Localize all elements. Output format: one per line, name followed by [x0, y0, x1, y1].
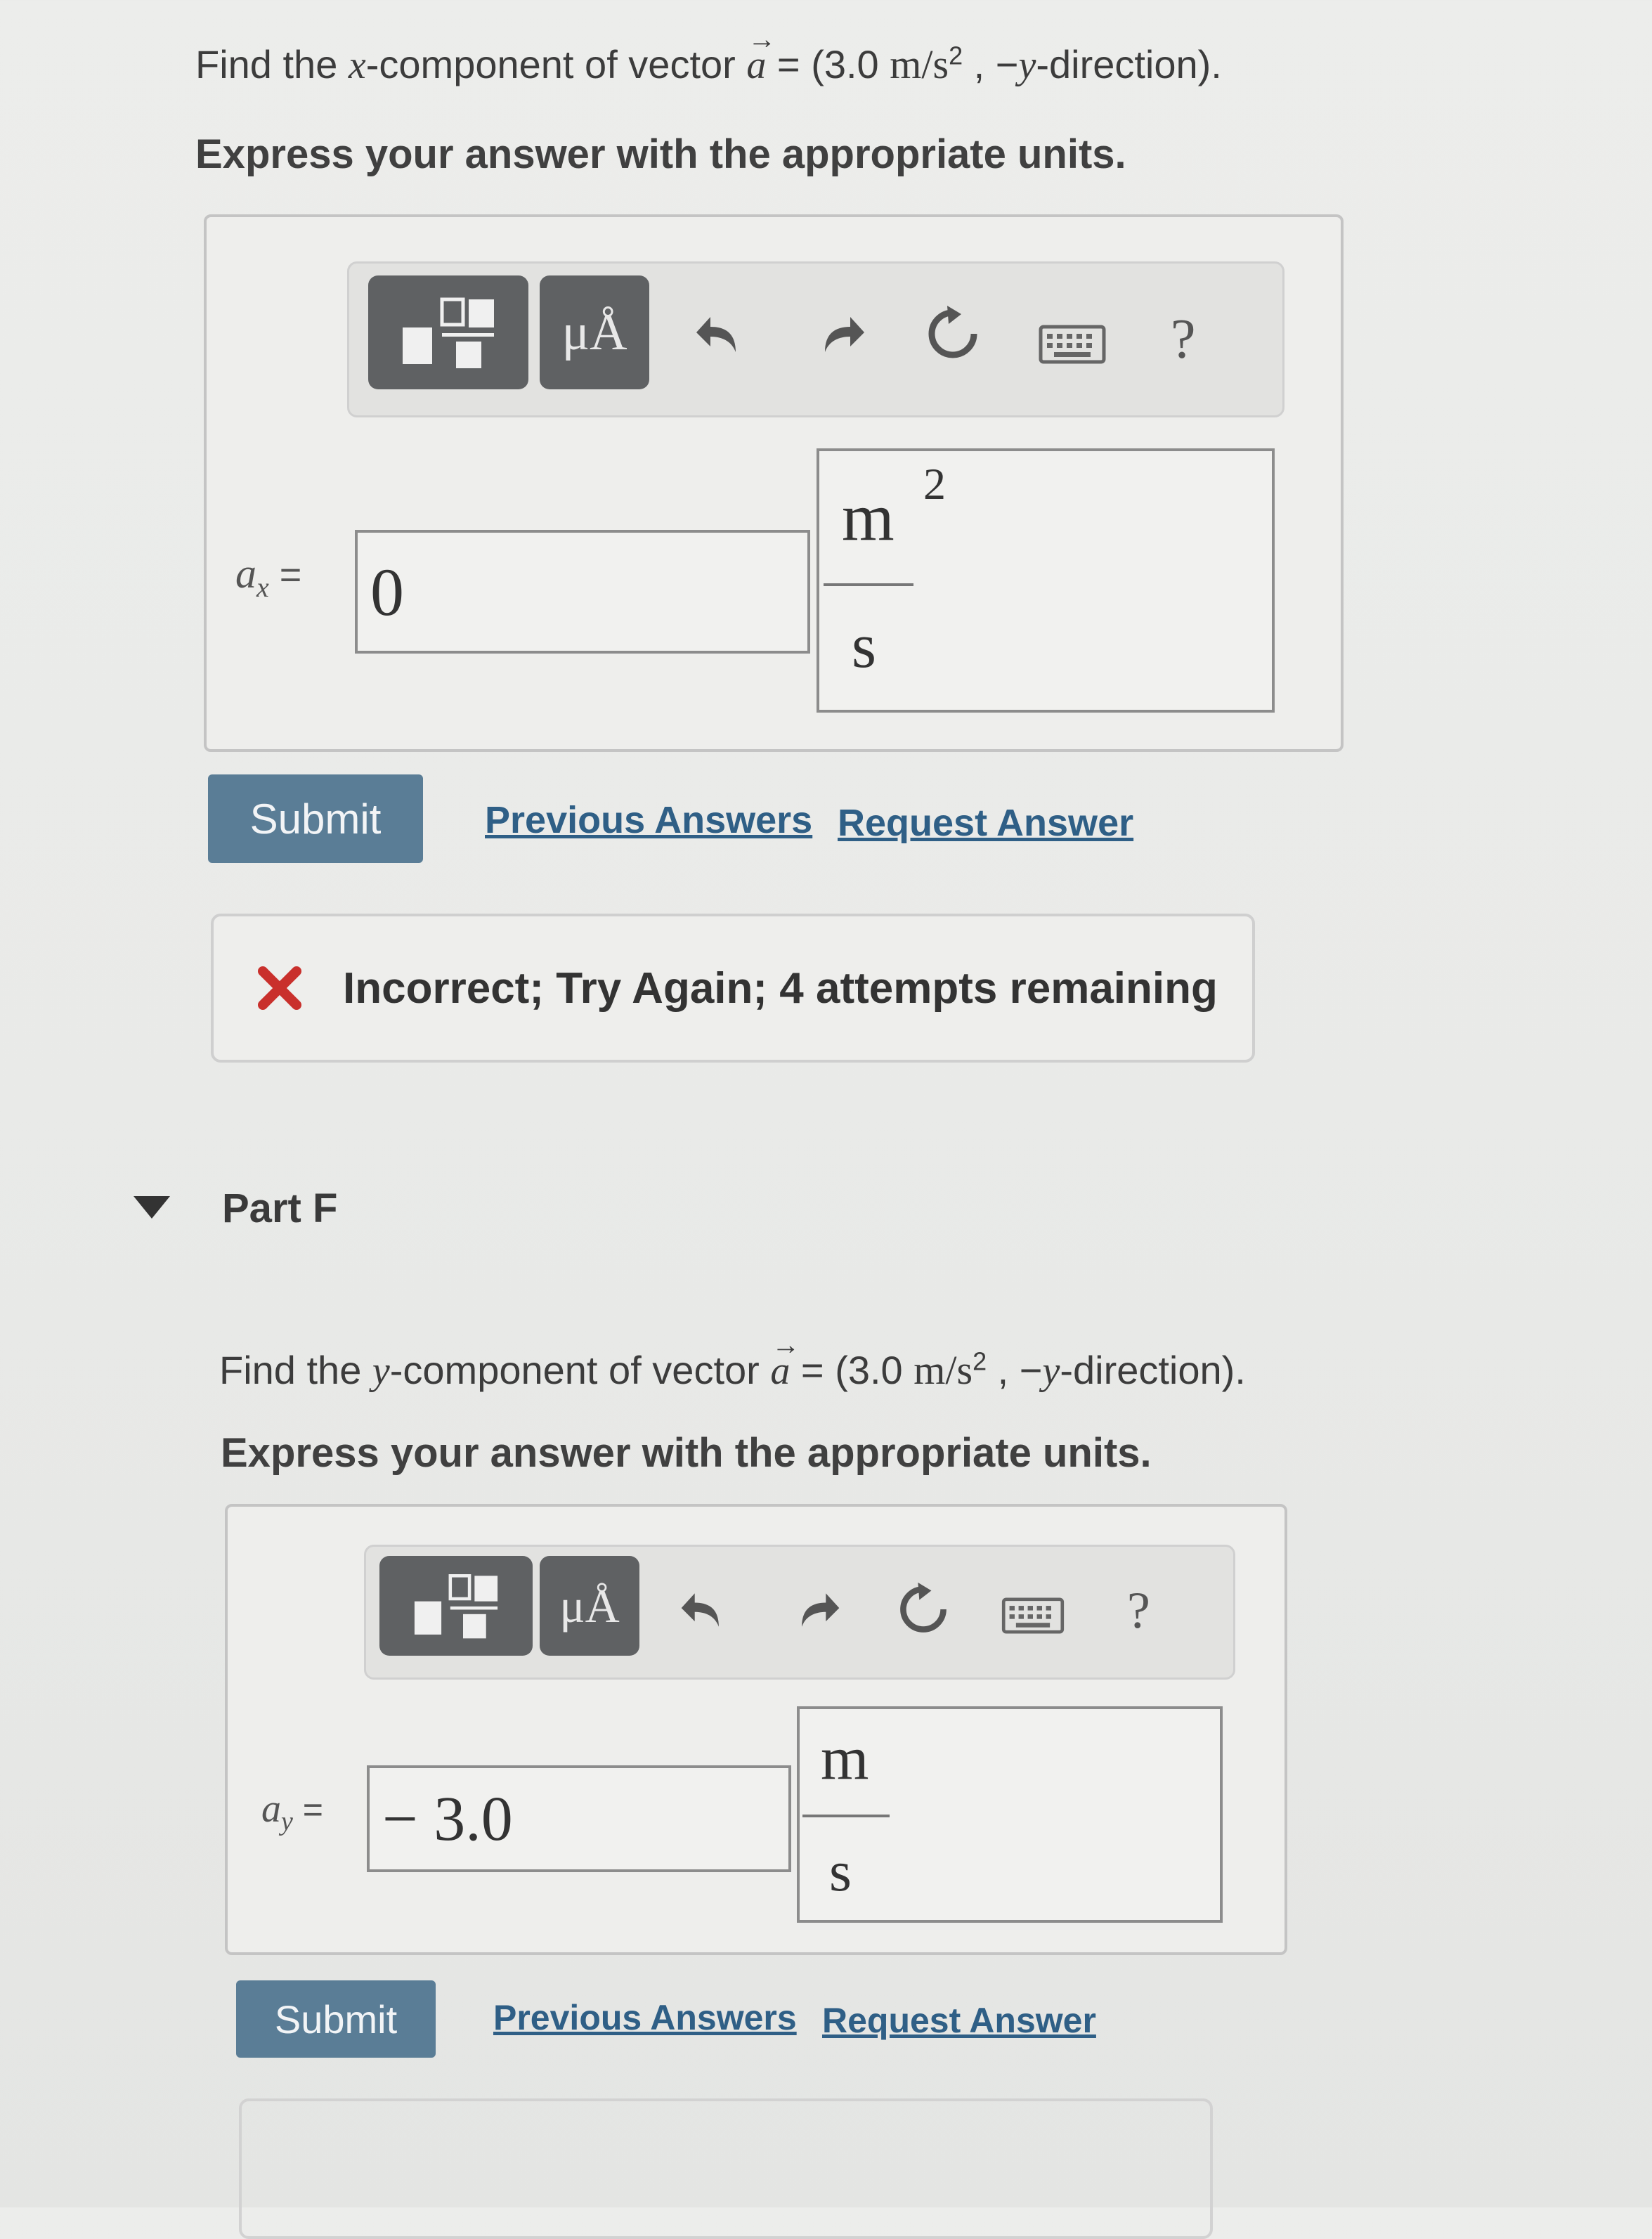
caret-down-icon: [134, 1196, 170, 1219]
unit-denominator: s: [852, 611, 877, 681]
vector-a: a →: [770, 1329, 800, 1393]
part-f-previous-answers-link[interactable]: Previous Answers: [493, 1997, 797, 2038]
reset-icon[interactable]: [888, 1574, 958, 1644]
units-button[interactable]: μÅ: [540, 1556, 639, 1656]
undo-icon[interactable]: [669, 1574, 739, 1644]
part-e-prompt: Find the x-component of vector a → = (3.0…: [195, 23, 1222, 87]
vector-a: a →: [746, 23, 776, 87]
fraction-template-icon: [414, 1574, 498, 1639]
part-e-previous-answers-link[interactable]: Previous Answers: [485, 798, 812, 842]
part-f-instruction: Express your answer with the appropriate…: [221, 1430, 1152, 1476]
unit-numerator: m: [842, 479, 895, 554]
part-f-collapse-toggle[interactable]: [132, 1195, 171, 1224]
part-f-title: Part F: [222, 1186, 338, 1231]
part-e-submit-button[interactable]: Submit: [208, 774, 423, 863]
unit-numerator: m: [821, 1725, 869, 1793]
redo-icon[interactable]: [805, 299, 876, 369]
ax-label: ax =: [235, 550, 302, 603]
keyboard-icon[interactable]: [998, 1591, 1068, 1640]
part-f-request-answer-link[interactable]: Request Answer: [822, 2000, 1096, 2041]
part-e-request-answer-link[interactable]: Request Answer: [838, 801, 1133, 845]
unit-denominator: s: [829, 1839, 852, 1903]
keyboard-icon[interactable]: [1037, 320, 1107, 369]
part-f-submit-button[interactable]: Submit: [236, 1980, 436, 2058]
undo-icon[interactable]: [685, 299, 755, 369]
part-e-feedback: Incorrect; Try Again; 4 attempts remaini…: [211, 914, 1255, 1063]
reset-icon[interactable]: [918, 299, 988, 369]
part-e-instruction: Express your answer with the appropriate…: [195, 131, 1126, 177]
part-f-prompt: Find the y-component of vector a → = (3.0…: [219, 1329, 1246, 1393]
fraction-template-icon: [403, 297, 494, 368]
ay-label: ay =: [261, 1787, 323, 1837]
ay-value-input[interactable]: − 3.0: [367, 1765, 791, 1872]
help-button[interactable]: ?: [1171, 308, 1196, 372]
units-button[interactable]: μÅ: [540, 275, 649, 389]
redo-icon[interactable]: [781, 1574, 852, 1644]
part-f-feedback-placeholder: [239, 2098, 1213, 2239]
unit-fraction-bar: [824, 583, 913, 586]
ax-value-input[interactable]: 0: [355, 530, 810, 654]
templates-button[interactable]: [379, 1556, 533, 1656]
incorrect-x-icon: [258, 966, 301, 1010]
help-button[interactable]: ?: [1127, 1581, 1150, 1641]
templates-button[interactable]: [368, 275, 528, 389]
unit-exponent: 2: [923, 459, 946, 509]
unit-fraction-bar: [802, 1815, 890, 1817]
